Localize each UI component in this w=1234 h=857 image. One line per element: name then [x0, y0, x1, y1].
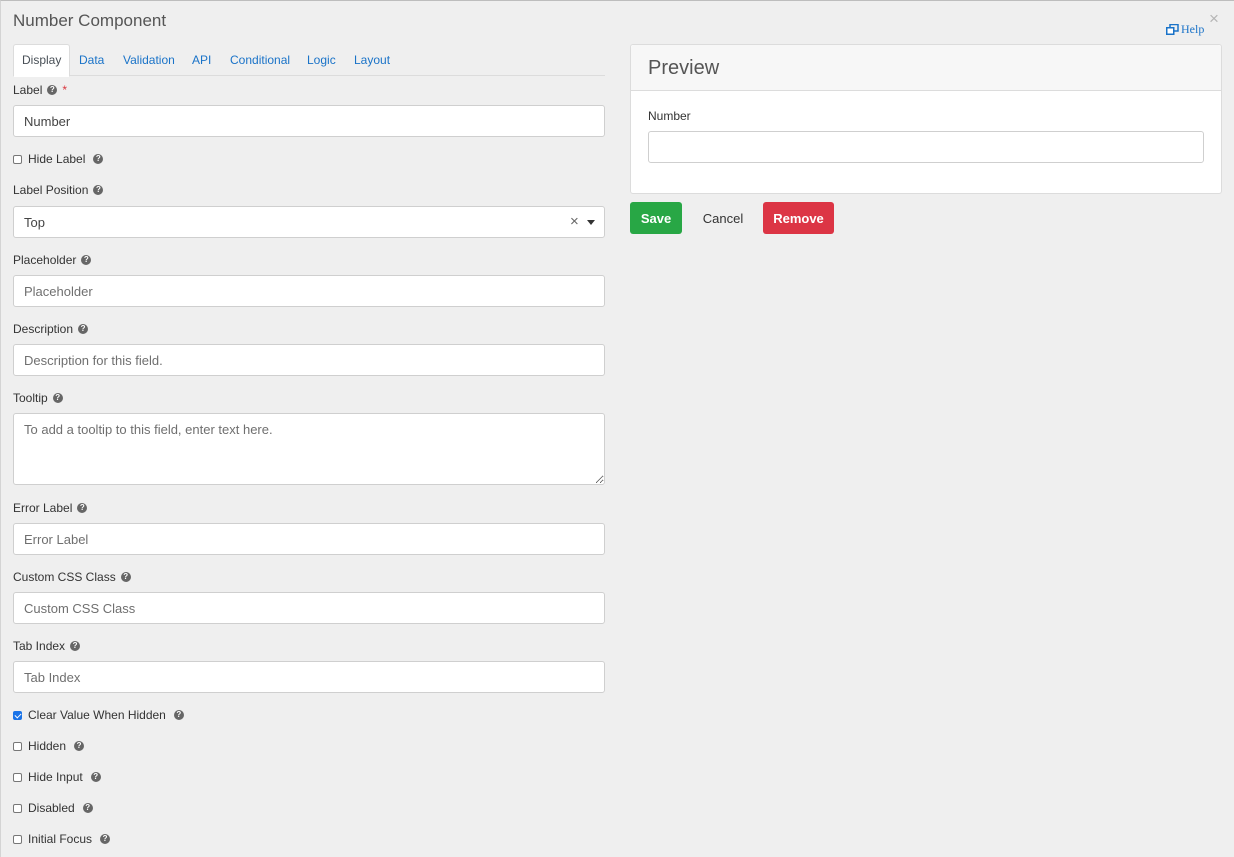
- disabled-checkbox-row[interactable]: Disabled ?: [13, 801, 93, 815]
- help-icon[interactable]: ?: [78, 324, 89, 334]
- tab-display[interactable]: Display: [13, 44, 71, 77]
- hidden-text: Hidden: [28, 739, 67, 753]
- tab-logic[interactable]: Logic: [299, 44, 344, 76]
- help-icon[interactable]: ?: [70, 641, 81, 651]
- tooltip-text: Tooltip: [13, 391, 48, 405]
- tab-index-field-label: Tab Index ?: [13, 639, 81, 653]
- external-window-icon: [1166, 24, 1179, 35]
- tab-layout[interactable]: Layout: [346, 44, 398, 76]
- label-text: Label: [13, 83, 43, 97]
- initial-focus-checkbox-row[interactable]: Initial Focus ?: [13, 832, 111, 846]
- initial-focus-checkbox[interactable]: [13, 834, 22, 844]
- close-icon[interactable]: ×: [1209, 10, 1219, 27]
- hide-label-checkbox-row[interactable]: Hide Label ?: [13, 152, 104, 166]
- help-icon[interactable]: ?: [93, 154, 104, 164]
- tab-validation[interactable]: Validation: [115, 44, 183, 76]
- chevron-down-icon[interactable]: [587, 220, 595, 225]
- tooltip-textarea[interactable]: [13, 413, 605, 485]
- help-label[interactable]: Help: [1181, 22, 1204, 37]
- tab-conditional[interactable]: Conditional: [222, 44, 298, 76]
- label-input[interactable]: [13, 105, 605, 137]
- settings-tabs: Display Data Validation API Conditional …: [13, 44, 605, 77]
- clear-icon[interactable]: ×: [570, 213, 579, 230]
- disabled-text: Disabled: [28, 801, 75, 815]
- hide-input-checkbox[interactable]: [13, 772, 22, 782]
- help-icon[interactable]: ?: [93, 185, 104, 195]
- cancel-button[interactable]: Cancel: [690, 202, 756, 234]
- label-position-value: Top: [24, 215, 45, 230]
- disabled-checkbox[interactable]: [13, 803, 22, 813]
- description-text: Description: [13, 322, 74, 336]
- custom-css-field-label: Custom CSS Class ?: [13, 570, 131, 584]
- help-icon[interactable]: ?: [90, 772, 101, 782]
- placeholder-input[interactable]: [13, 275, 605, 307]
- clear-value-checkbox[interactable]: [13, 710, 22, 720]
- remove-button[interactable]: Remove: [763, 202, 834, 234]
- hidden-checkbox-row[interactable]: Hidden ?: [13, 739, 85, 753]
- hide-label-text: Hide Label: [28, 152, 86, 166]
- hide-input-checkbox-row[interactable]: Hide Input ?: [13, 770, 101, 784]
- label-field-label: Label ? *: [13, 83, 67, 97]
- hidden-checkbox[interactable]: [13, 741, 22, 751]
- help-icon[interactable]: ?: [47, 85, 58, 95]
- description-field-label: Description ?: [13, 322, 89, 336]
- hide-label-checkbox[interactable]: [13, 154, 22, 164]
- help-icon[interactable]: ?: [81, 255, 92, 265]
- help-icon[interactable]: ?: [100, 834, 111, 844]
- tab-api[interactable]: API: [184, 44, 219, 76]
- error-label-input[interactable]: [13, 523, 605, 555]
- preview-title: Preview: [631, 45, 1221, 91]
- tooltip-field-label: Tooltip ?: [13, 391, 63, 405]
- label-position-select[interactable]: Top ×: [13, 206, 605, 238]
- error-label-text: Error Label: [13, 501, 73, 515]
- help-icon[interactable]: ?: [82, 803, 93, 813]
- tab-index-input[interactable]: [13, 661, 605, 693]
- error-label-field-label: Error Label ?: [13, 501, 88, 515]
- help-icon[interactable]: ?: [52, 393, 63, 403]
- label-position-field-label: Label Position ?: [13, 183, 104, 197]
- clear-value-checkbox-row[interactable]: Clear Value When Hidden ?: [13, 708, 184, 722]
- preview-number-input[interactable]: [648, 131, 1204, 163]
- custom-css-input[interactable]: [13, 592, 605, 624]
- initial-focus-text: Initial Focus: [28, 832, 93, 846]
- tab-index-text: Tab Index: [13, 639, 66, 653]
- preview-panel: Preview Number: [630, 44, 1222, 194]
- label-position-text: Label Position: [13, 183, 89, 197]
- placeholder-field-label: Placeholder ?: [13, 253, 92, 267]
- help-icon[interactable]: ?: [120, 572, 131, 582]
- tab-data[interactable]: Data: [71, 44, 112, 76]
- required-marker: *: [62, 83, 68, 97]
- placeholder-text: Placeholder: [13, 253, 77, 267]
- help-icon[interactable]: ?: [77, 503, 88, 513]
- help-link[interactable]: Help: [1166, 22, 1204, 37]
- help-icon[interactable]: ?: [173, 710, 184, 720]
- hide-input-text: Hide Input: [28, 770, 83, 784]
- dialog-title: Number Component: [13, 11, 167, 30]
- description-input[interactable]: [13, 344, 605, 376]
- help-icon[interactable]: ?: [74, 741, 85, 751]
- custom-css-text: Custom CSS Class: [13, 570, 116, 584]
- preview-field-label: Number: [648, 109, 691, 123]
- clear-value-text: Clear Value When Hidden: [28, 708, 166, 722]
- save-button[interactable]: Save: [630, 202, 682, 234]
